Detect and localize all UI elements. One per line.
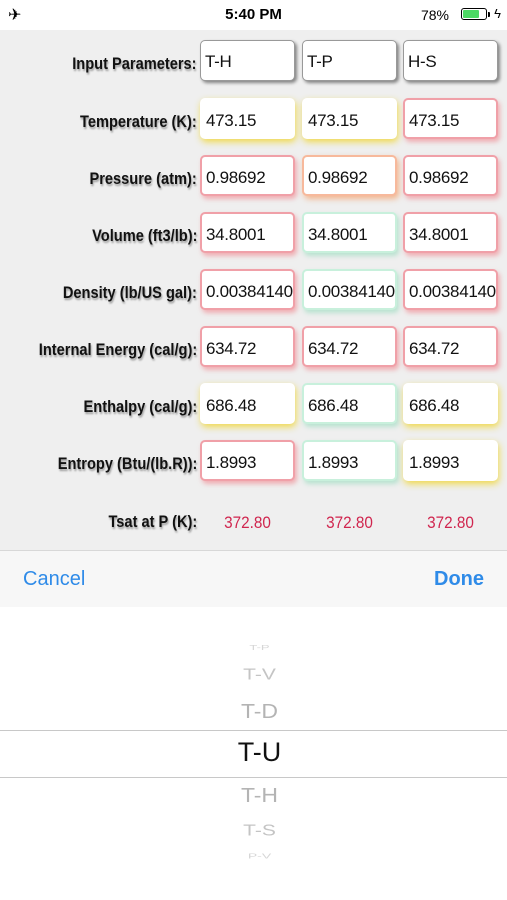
temperature-field-3[interactable]: 473.15 — [403, 98, 498, 139]
picker-option[interactable]: T-H — [0, 783, 507, 807]
tsat-value-2: 372.80 — [326, 513, 373, 532]
density-label: Density (lb/US gal): — [62, 283, 197, 302]
enthalpy-field-3[interactable]: 686.48 — [403, 383, 498, 424]
temperature-field-2[interactable]: 473.15 — [302, 98, 397, 139]
volume-field-3[interactable]: 34.8001 — [403, 212, 498, 253]
enthalpy-field-1[interactable]: 686.48 — [200, 383, 295, 424]
bolt-icon: ϟ — [494, 6, 501, 21]
cancel-button[interactable]: Cancel — [23, 568, 85, 591]
density-field-1[interactable]: 0.00384140 — [200, 269, 295, 310]
volume-field-2[interactable]: 34.8001 — [302, 212, 397, 253]
pressure-field-3[interactable]: 0.98692 — [403, 155, 498, 196]
input-parameters-label: Input Parameters: — [72, 54, 197, 73]
internal-energy-field-2[interactable]: 634.72 — [302, 326, 397, 367]
density-field-2[interactable]: 0.00384140 — [302, 269, 397, 310]
pressure-label: Pressure (atm): — [89, 169, 197, 188]
internal-energy-field-1[interactable]: 634.72 — [200, 326, 295, 367]
internal-energy-field-3[interactable]: 634.72 — [403, 326, 498, 367]
input-button-h-s[interactable]: H-S — [403, 40, 498, 81]
volume-field-1[interactable]: 34.8001 — [200, 212, 295, 253]
battery-percent: 78% — [420, 7, 449, 23]
parameter-picker[interactable]: T-P T-V T-D T-U T-H T-S P-V — [0, 607, 507, 900]
picker-option[interactable]: T-P — [0, 643, 507, 651]
input-button-t-h[interactable]: T-H — [200, 40, 295, 81]
density-field-3[interactable]: 0.00384140 — [403, 269, 498, 310]
battery-fill — [463, 10, 479, 18]
entropy-field-2[interactable]: 1.8993 — [302, 440, 397, 481]
entropy-field-1[interactable]: 1.8993 — [200, 440, 295, 481]
entropy-label: Entropy (Btu/(lb.R)): — [57, 454, 197, 473]
input-button-t-p[interactable]: T-P — [302, 40, 397, 81]
picker-option[interactable]: T-V — [0, 666, 507, 684]
temperature-label: Temperature (K): — [80, 112, 197, 131]
enthalpy-label: Enthalpy (cal/g): — [83, 397, 197, 416]
battery-icon — [461, 8, 487, 20]
entropy-field-3[interactable]: 1.8993 — [403, 440, 498, 481]
tsat-value-1: 372.80 — [224, 513, 271, 532]
picker-option[interactable]: P-V — [0, 852, 507, 861]
battery-tip — [488, 12, 490, 17]
picker-option[interactable]: T-S — [0, 822, 507, 840]
volume-label: Volume (ft3/lb): — [91, 226, 197, 245]
enthalpy-field-2[interactable]: 686.48 — [302, 383, 397, 424]
tsat-value-3: 372.80 — [427, 513, 474, 532]
tsat-label: Tsat at P (K): — [108, 512, 197, 531]
temperature-field-1[interactable]: 473.15 — [200, 98, 295, 139]
picker-option[interactable]: T-D — [0, 699, 507, 723]
picker-option-selected[interactable]: T-U — [0, 737, 507, 768]
pressure-field-2[interactable]: 0.98692 — [302, 155, 397, 196]
status-bar: ✈ 5:40 PM 78% ϟ — [0, 0, 507, 30]
picker-toolbar: Cancel Done — [0, 550, 507, 608]
parameters-panel: Input Parameters: T-H T-P H-S Temperatur… — [0, 30, 507, 550]
done-button[interactable]: Done — [434, 568, 484, 591]
pressure-field-1[interactable]: 0.98692 — [200, 155, 295, 196]
internal-energy-label: Internal Energy (cal/g): — [38, 340, 197, 359]
